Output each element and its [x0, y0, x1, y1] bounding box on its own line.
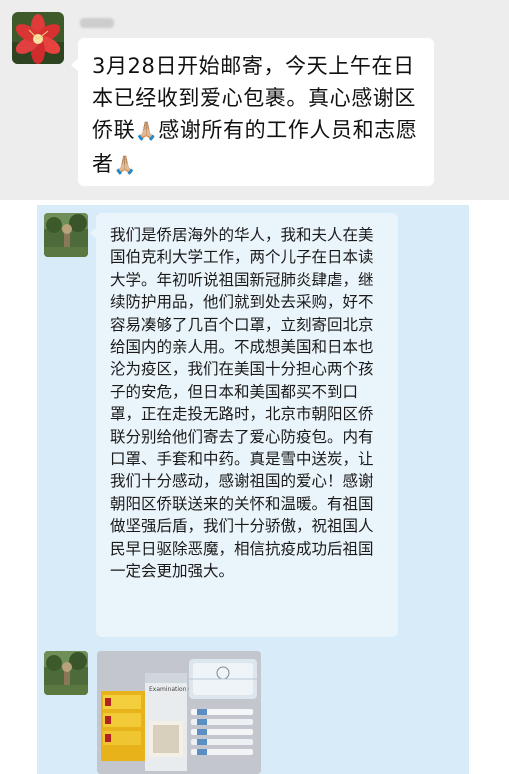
contact-avatar-2[interactable] [44, 651, 88, 695]
embedded-chat-screenshot: 我们是侨居海外的华人，我和夫人在美国伯克利大学工作，两个儿子在日本读大学。年初听… [37, 205, 469, 774]
flower-avatar-image [12, 12, 64, 64]
garden-avatar-image [44, 213, 88, 257]
sender-avatar[interactable] [12, 12, 64, 64]
praying-hands-icon-2: 🙏🏼 [113, 155, 137, 176]
praying-hands-icon: 🙏🏼 [135, 121, 159, 142]
message-text-long: 我们是侨居海外的华人，我和夫人在美国伯克利大学工作，两个儿子在日本读大学。年初听… [110, 226, 374, 581]
message-bubble[interactable]: 3月28日开始邮寄，今天上午在日本已经收到爱心包裹。真心感谢区侨联🙏🏼感谢所有的… [71, 38, 434, 186]
garden-avatar-image-2 [44, 651, 88, 695]
contact-avatar[interactable] [44, 213, 88, 257]
care-package-photo[interactable]: Examination Gloves [97, 651, 261, 774]
chat-top-section: 3月28日开始邮寄，今天上午在日本已经收到爱心包裹。真心感谢区侨联🙏🏼感谢所有的… [0, 0, 509, 200]
message-text: 3月28日开始邮寄，今天上午在日本已经收到爱心包裹。真心感谢区侨联🙏🏼感谢所有的… [92, 50, 422, 182]
sender-name-blurred [80, 18, 114, 28]
message-bubble-light[interactable]: 我们是侨居海外的华人，我和夫人在美国伯克利大学工作，两个儿子在日本读大学。年初听… [90, 213, 398, 637]
care-package-image: Examination Gloves [97, 651, 261, 774]
